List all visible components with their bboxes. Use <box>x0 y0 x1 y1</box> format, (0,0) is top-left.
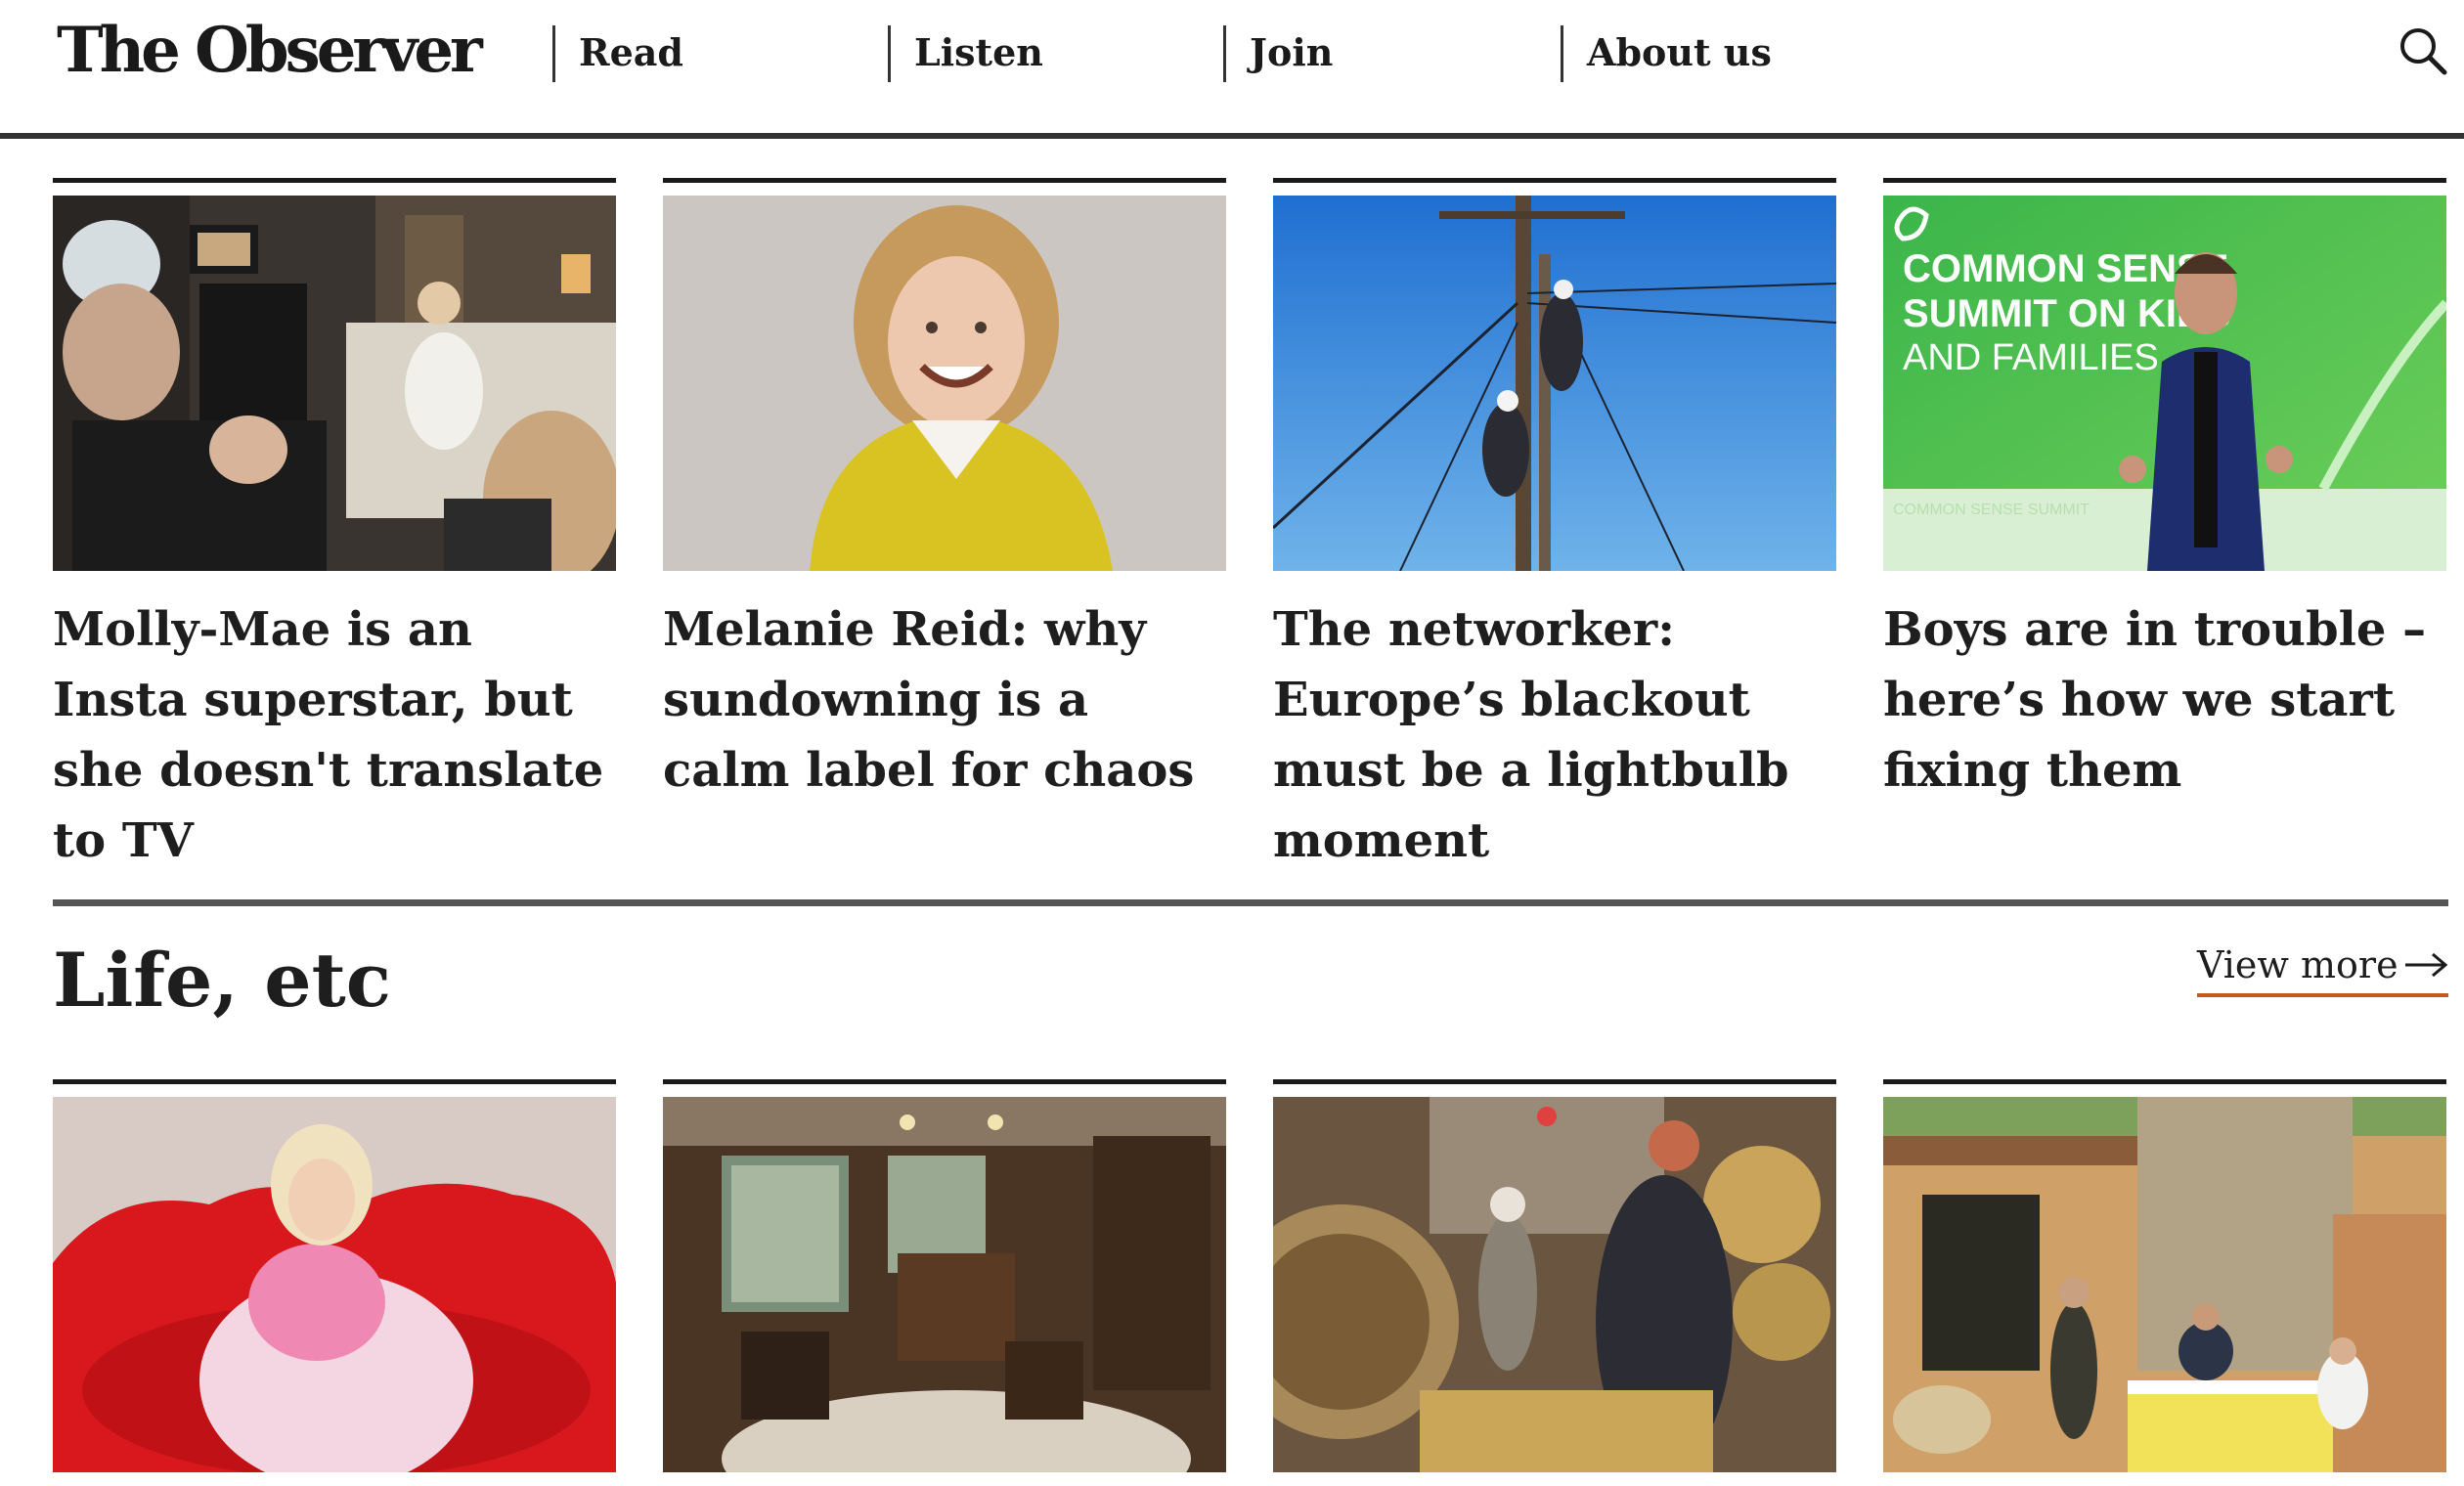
article-image-film-set[interactable] <box>53 196 616 571</box>
article-headline[interactable]: Boys are in trouble – here’s how we star… <box>1883 594 2446 806</box>
nav-listen[interactable]: Listen <box>888 25 1220 82</box>
article-headline[interactable]: Molly-Mae is an Insta superstar, but she… <box>53 594 616 876</box>
arrow-right-icon <box>2405 952 2448 978</box>
section-divider <box>53 899 2448 906</box>
card-top-rule <box>1883 178 2446 183</box>
banner-text-line: AND FAMILIES <box>1903 337 2159 378</box>
nav-read[interactable]: Read <box>552 25 885 82</box>
article-card-networker[interactable]: The networker: Europe’s blackout must be… <box>1273 178 1836 868</box>
article-card-life-2[interactable] <box>663 1079 1226 1486</box>
section-title: Life, etc <box>53 937 392 1024</box>
article-image-summit-speaker[interactable]: COMMON SENSE SUMMIT ON KIDS AND FAMILIES… <box>1883 196 2446 571</box>
nav-about-us[interactable]: About us <box>1561 25 1893 82</box>
article-card-life-3[interactable] <box>1273 1079 1836 1486</box>
article-card-life-4[interactable] <box>1883 1079 2446 1486</box>
article-card-life-1[interactable] <box>53 1079 616 1486</box>
article-image-power-line-workers[interactable] <box>1273 196 1836 571</box>
article-image-portrait-woman[interactable] <box>663 196 1226 571</box>
article-headline[interactable]: The networker: Europe’s blackout must be… <box>1273 594 1836 876</box>
article-headline[interactable]: Melanie Reid: why sundowning is a calm l… <box>663 594 1226 806</box>
card-top-rule <box>1883 1079 2446 1084</box>
article-image-family-courtyard[interactable] <box>1883 1097 2446 1472</box>
article-card-melanie-reid[interactable]: Melanie Reid: why sundowning is a calm l… <box>663 178 1226 798</box>
article-image-market-souk[interactable] <box>1273 1097 1836 1472</box>
article-image-woman-red-sofa[interactable] <box>53 1097 616 1472</box>
card-top-rule <box>53 1079 616 1084</box>
card-top-rule <box>1273 178 1836 183</box>
view-more-link[interactable]: View more <box>2197 940 2448 997</box>
article-card-boys-in-trouble[interactable]: COMMON SENSE SUMMIT ON KIDS AND FAMILIES… <box>1883 178 2446 798</box>
article-image-restaurant-interior[interactable] <box>663 1097 1226 1472</box>
banner-strip-text: COMMON SENSE SUMMIT <box>1893 502 2090 518</box>
card-top-rule <box>53 178 616 183</box>
site-logo[interactable]: The Observer <box>57 14 483 87</box>
card-top-rule <box>663 1079 1226 1084</box>
site-header: The Observer Read Listen Join About us <box>0 0 2464 139</box>
card-top-rule <box>1273 1079 1836 1084</box>
nav-join[interactable]: Join <box>1223 25 1556 82</box>
search-icon[interactable] <box>2398 25 2448 76</box>
view-more-label: View more <box>2197 943 2398 986</box>
article-card-molly-mae[interactable]: Molly-Mae is an Insta superstar, but she… <box>53 178 616 868</box>
card-top-rule <box>663 178 1226 183</box>
